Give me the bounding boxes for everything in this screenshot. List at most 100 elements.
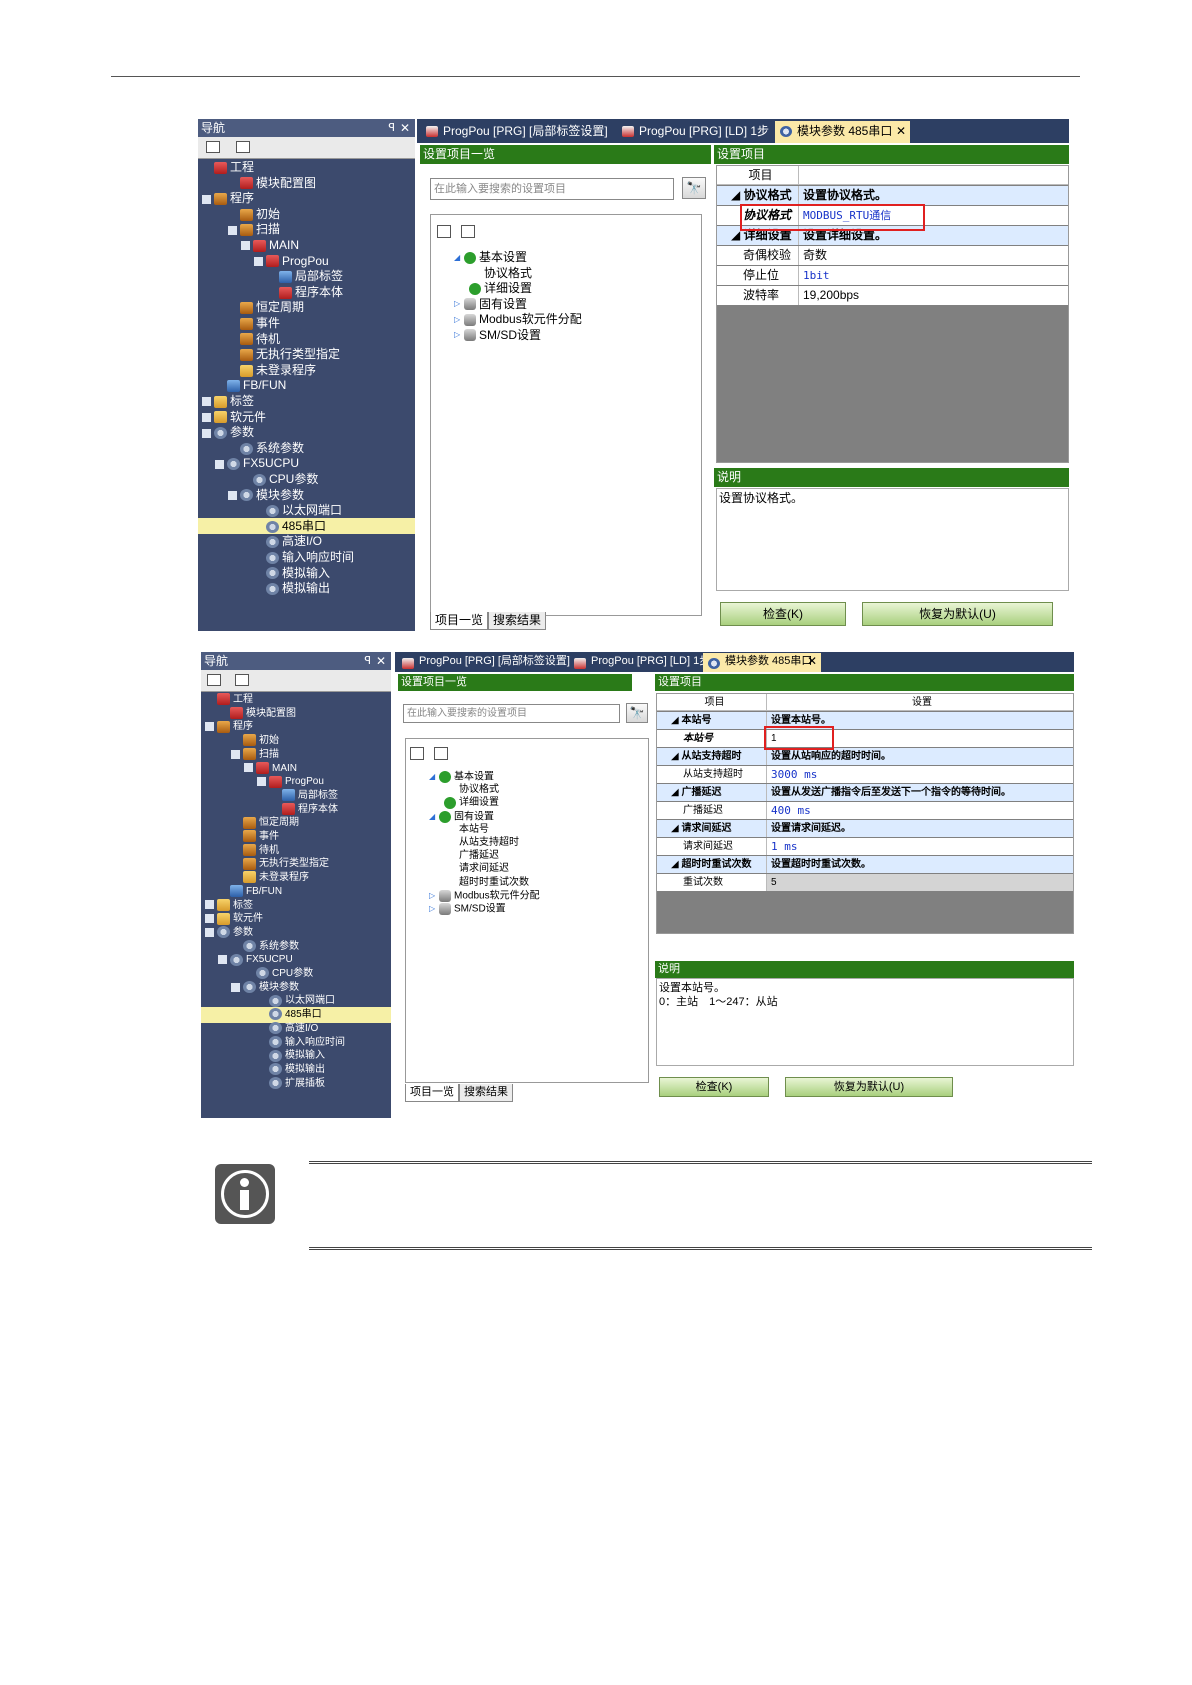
search-input[interactable]: 在此输入要搜索的设置项目 [403,704,620,723]
expand-toggle-icon[interactable] [228,225,237,235]
tab-local-labels[interactable]: ProgPou [PRG] [局部标签设置] [397,653,570,672]
expand-toggle-icon[interactable] [244,763,253,773]
tab-local-labels[interactable]: ProgPou [PRG] [局部标签设置] [421,121,608,143]
restore-default-button[interactable]: 恢复为默认(U) [785,1077,953,1097]
tree-item[interactable]: MAIN [198,237,415,253]
tab-ladder[interactable]: ProgPou [PRG] [LD] 1步 [569,653,710,672]
tree-item[interactable]: FX5UCPU [198,455,415,471]
expand-toggle-icon[interactable] [202,397,211,407]
grid-setting-row[interactable]: 停止位 1bit [717,266,1068,285]
tree-item[interactable]: 软元件 [198,409,415,425]
tree-item[interactable]: 未登录程序 [198,362,415,378]
setting-value[interactable]: 1bit [799,266,1068,285]
tree-item[interactable]: 模块参数 [198,487,415,503]
expand-toggle-icon[interactable]: ▷ [429,901,439,917]
expand-all-icon[interactable] [437,225,451,238]
expand-toggle-icon[interactable] [205,900,214,910]
expand-toggle-icon[interactable] [218,955,227,965]
tree-item[interactable]: FB/FUN [198,377,415,393]
expand-toggle-icon[interactable] [228,490,237,500]
close-icon[interactable]: ✕ [376,652,386,670]
tab-search-results[interactable]: 搜索结果 [459,1084,513,1102]
setting-value[interactable]: 19,200bps [799,286,1068,305]
tree-item[interactable]: 局部标签 [198,268,415,284]
expand-toggle-icon[interactable]: ◢ [429,809,439,825]
setting-list-item[interactable]: ▷ 固有设置 [454,296,527,312]
tree-item[interactable]: 以太网端口 [198,502,415,518]
pin-icon[interactable]: ꟼ [364,652,371,670]
tree-item[interactable]: 事件 [198,315,415,331]
list-view-icon[interactable] [236,141,250,153]
grid-setting-row[interactable]: 从站支持超时 3000 ms [657,766,1073,783]
tree-item[interactable]: 扩展插板 [201,1076,391,1092]
expand-toggle-icon[interactable] [254,256,263,266]
tree-item[interactable]: 待机 [198,331,415,347]
search-icon[interactable]: 🔭 [682,177,706,199]
expand-all-icon[interactable] [410,747,424,760]
tab-item-list[interactable]: 项目一览 [430,612,489,630]
setting-list-item[interactable]: ◢ 基本设置 [454,249,527,265]
tab-module-params-485[interactable]: 模块参数 485串口 ✕ [775,121,910,143]
tree-item[interactable]: 模块配置图 [198,175,415,191]
tree-item[interactable]: 输入响应时间 [198,549,415,565]
expand-toggle-icon[interactable]: ◢ [454,250,464,266]
tree-item[interactable]: 无执行类型指定 [198,346,415,362]
tree-item[interactable]: ProgPou [198,253,415,269]
check-button[interactable]: 检查(K) [720,602,846,626]
grid-setting-row[interactable]: 波特率 19,200bps [717,286,1068,305]
expand-toggle-icon[interactable] [231,982,240,992]
setting-value[interactable]: 1 ms [767,838,1073,855]
setting-value[interactable]: 3000 ms [767,766,1073,783]
expand-toggle-icon[interactable] [231,749,240,759]
restore-default-button[interactable]: 恢复为默认(U) [862,602,1053,626]
tree-item[interactable]: 扫描 [198,221,415,237]
tree-item[interactable]: 恒定周期 [198,299,415,315]
grid-setting-row[interactable]: 请求间延迟 1 ms [657,838,1073,855]
close-icon[interactable]: ✕ [400,119,410,137]
setting-list-item[interactable]: ▷ Modbus软元件分配 [454,311,582,327]
expand-toggle-icon[interactable] [241,241,250,251]
expand-toggle-icon[interactable]: ▷ [454,312,464,328]
grid-setting-row[interactable]: 本站号 1 [657,730,1073,747]
tab-module-params-485[interactable]: 模块参数 485串口 ✕ [703,653,821,672]
grid-setting-row[interactable]: 重试次数 5 [657,874,1073,891]
tree-item[interactable]: 参数 [198,424,415,440]
collapse-all-icon[interactable] [434,747,448,760]
list-view-icon[interactable] [235,674,249,686]
tab-search-results[interactable]: 搜索结果 [488,612,547,630]
setting-list-item[interactable]: 详细设置 [469,280,532,296]
expand-toggle-icon[interactable] [257,777,266,787]
setting-list-item[interactable]: ▷ SM/SD设置 [454,327,541,343]
expand-toggle-icon[interactable] [215,459,224,469]
expand-toggle-icon[interactable]: ▷ [454,296,464,312]
tree-item[interactable]: 模拟输入 [198,565,415,581]
setting-value[interactable]: 奇数 [799,246,1068,265]
search-input[interactable]: 在此输入要搜索的设置项目 [430,178,674,200]
tree-item[interactable]: 模拟输出 [198,580,415,596]
check-button[interactable]: 检查(K) [659,1077,769,1097]
tree-item[interactable]: 485串口 [198,517,415,534]
expand-toggle-icon[interactable] [202,412,211,422]
tree-item[interactable]: 系统参数 [198,440,415,456]
tab-ladder[interactable]: ProgPou [PRG] [LD] 1步 [617,121,769,143]
search-icon[interactable]: 🔭 [626,703,648,723]
expand-toggle-icon[interactable]: ◢ [429,769,439,785]
setting-list-item[interactable]: ▷ SM/SD设置 [429,901,506,917]
tree-item[interactable]: 工程 [198,159,415,175]
grid-setting-row[interactable]: 奇偶校验 奇数 [717,246,1068,265]
tree-item[interactable]: 程序 [198,190,415,206]
close-icon[interactable]: ✕ [807,653,817,670]
setting-list-item[interactable]: 协议格式 [484,265,532,281]
pin-icon[interactable]: ꟼ [388,119,395,137]
expand-toggle-icon[interactable] [202,194,211,204]
tree-item[interactable]: CPU参数 [198,471,415,487]
tree-item[interactable]: 高速I/O [198,533,415,549]
expand-toggle-icon[interactable]: ▷ [454,327,464,343]
setting-value[interactable]: 5 [767,874,1073,891]
tree-item[interactable]: 程序本体 [198,284,415,300]
close-icon[interactable]: ✕ [896,121,906,141]
setting-value[interactable]: 400 ms [767,802,1073,819]
collapse-all-icon[interactable] [461,225,475,238]
expand-toggle-icon[interactable] [205,914,214,924]
tree-view-icon[interactable] [207,674,221,686]
